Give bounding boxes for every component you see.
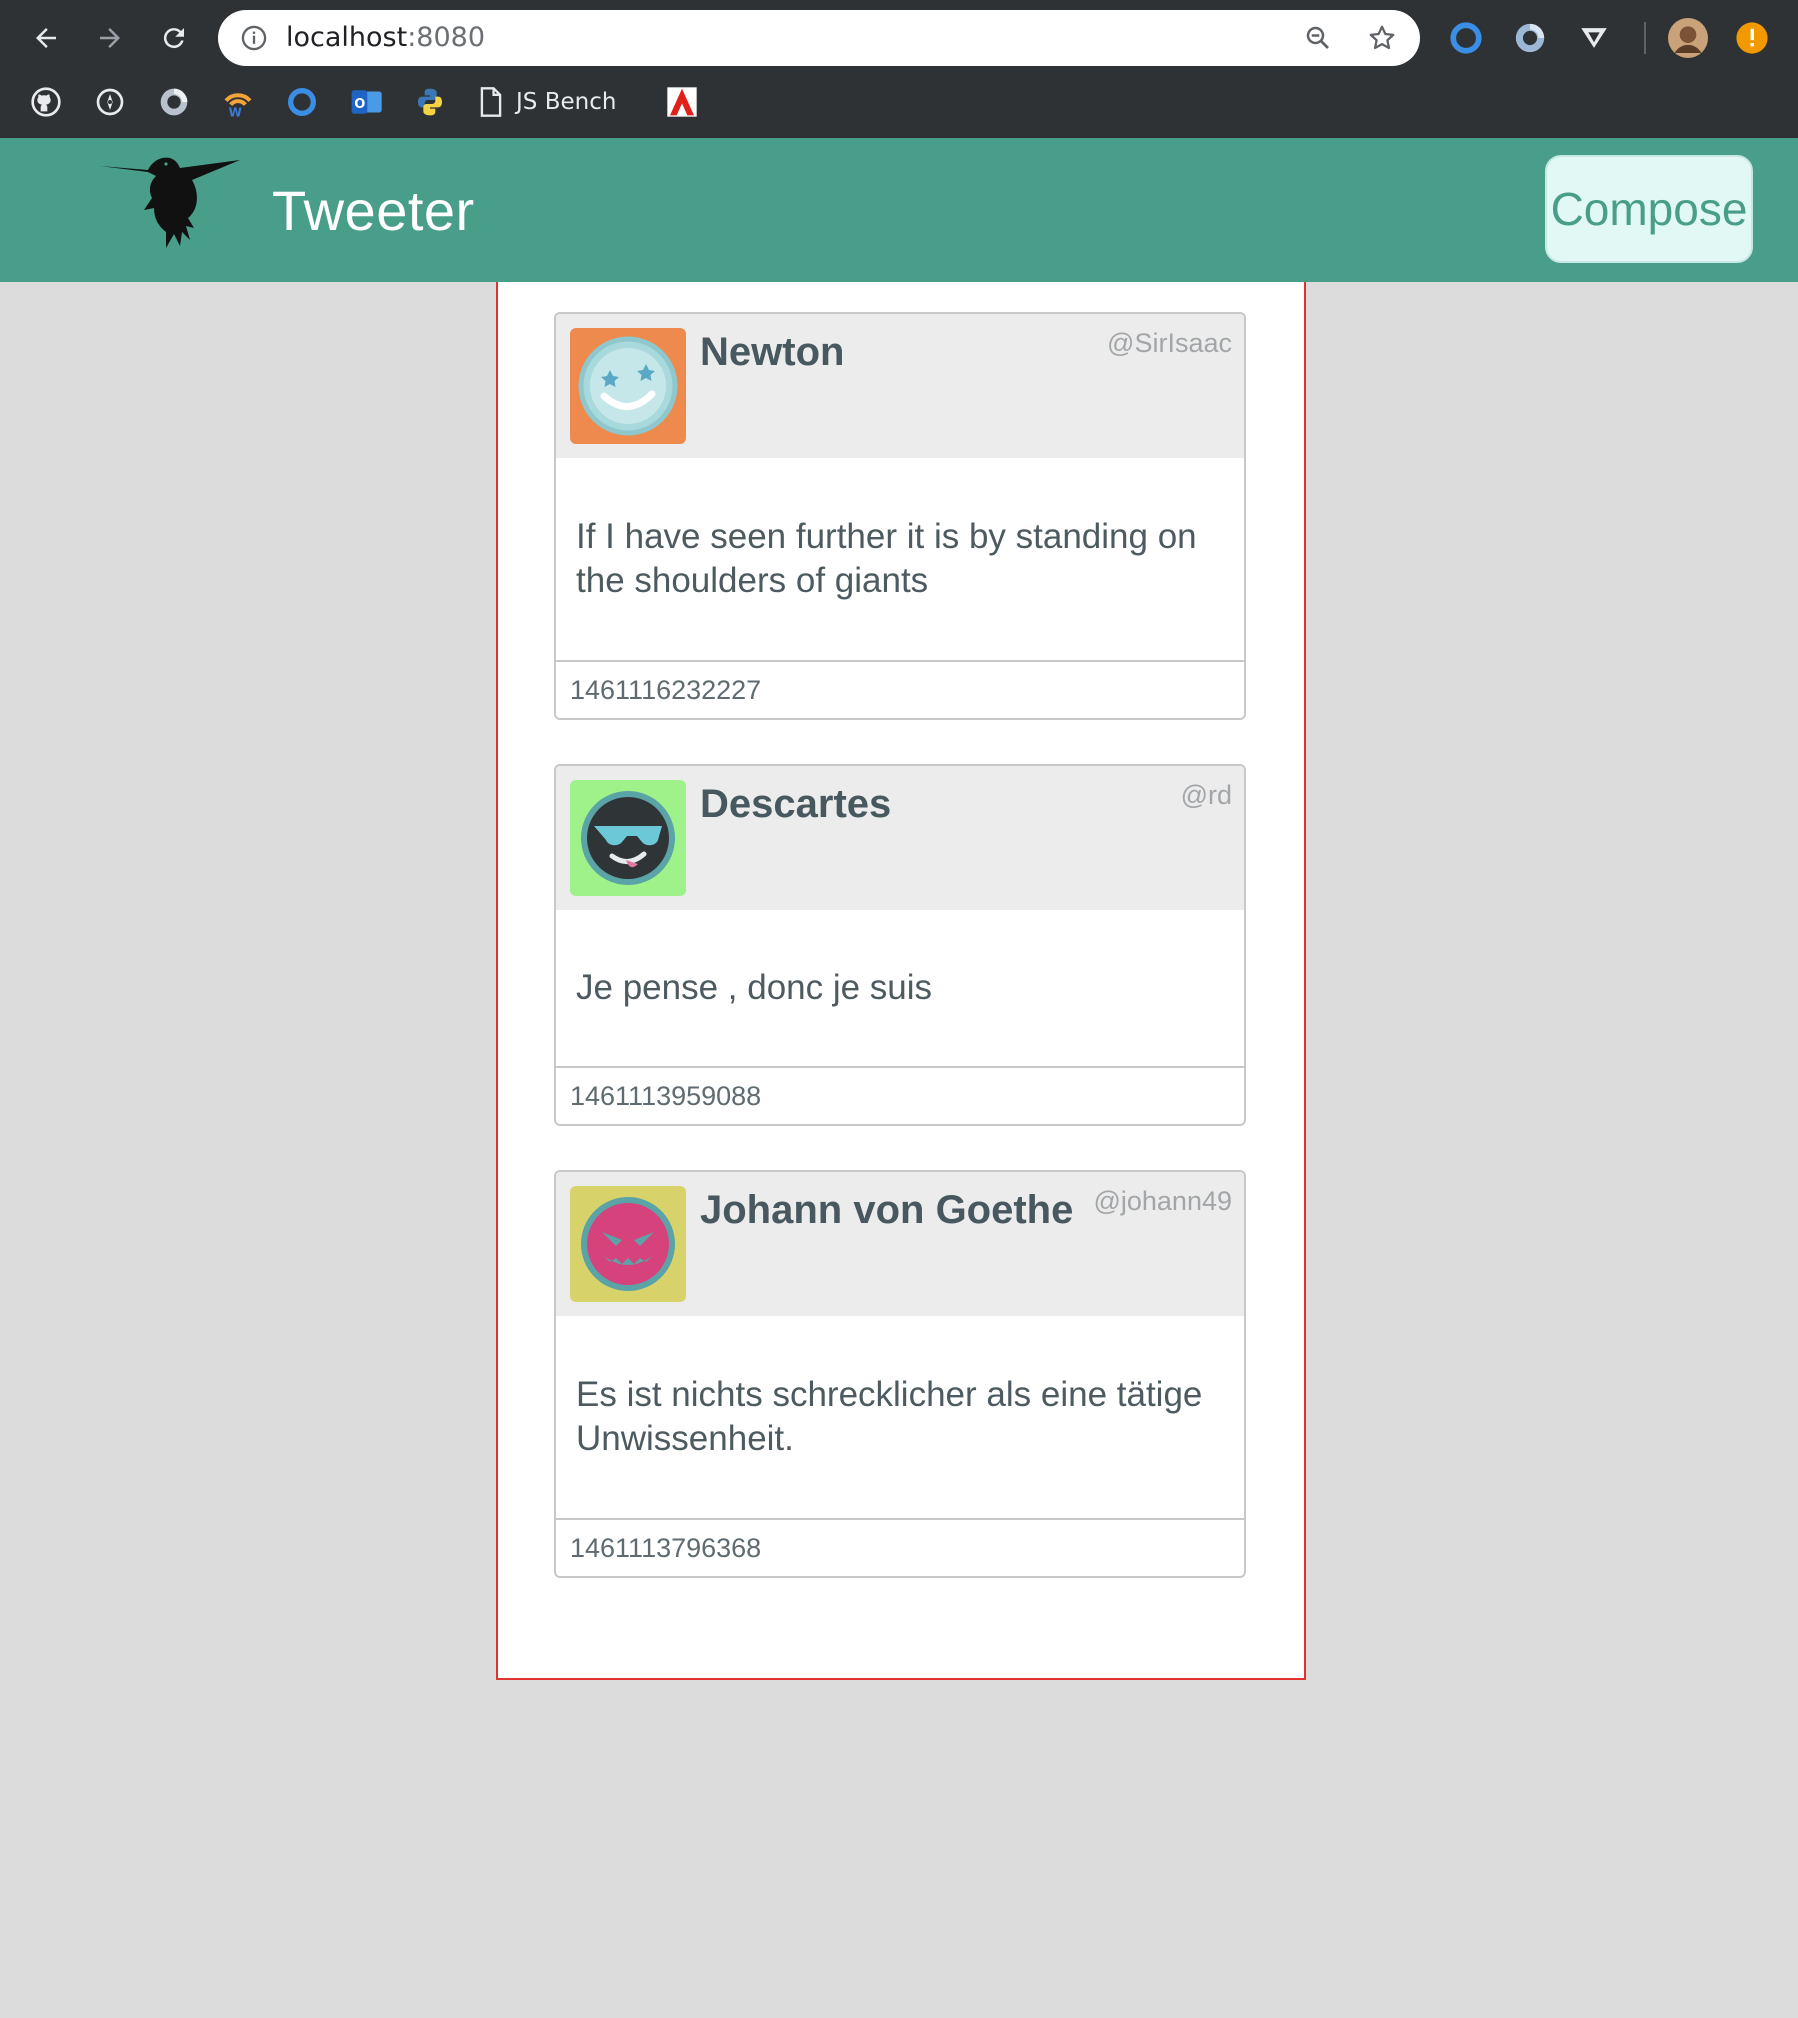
tweet-card: Johann von Goethe @johann49 Es ist nicht… <box>554 1170 1246 1578</box>
sunglasses-face-icon <box>581 791 675 885</box>
author-name: Descartes <box>700 782 892 826</box>
circle-bookmark-icon[interactable] <box>282 82 322 122</box>
reload-icon <box>163 28 184 49</box>
profile-avatar-icon[interactable] <box>1668 18 1708 58</box>
author-handle: @SirIsaac <box>1107 328 1232 358</box>
avatar[interactable] <box>570 1186 686 1302</box>
tweet-header: Newton @SirIsaac <box>556 314 1244 458</box>
tweet-timestamp: 1461113796368 <box>556 1518 1244 1576</box>
url-host: localhost <box>286 22 408 53</box>
address-bar[interactable]: localhost:8080 <box>218 10 1420 66</box>
app-header: Tweeter Compose <box>0 138 1798 282</box>
bookmark-js-bench[interactable]: JS Bench <box>478 82 616 122</box>
tweet-timestamp: 1461116232227 <box>556 660 1244 718</box>
back-button[interactable] <box>22 14 70 62</box>
author-name: Newton <box>700 330 845 374</box>
avatar[interactable] <box>570 780 686 896</box>
github-icon[interactable] <box>26 82 66 122</box>
adobe-icon[interactable] <box>662 82 702 122</box>
url-port: :8080 <box>407 22 486 53</box>
tweet-header: Johann von Goethe @johann49 <box>556 1172 1244 1316</box>
bookmark-js-bench-label: JS Bench <box>516 89 617 115</box>
update-alert-icon[interactable] <box>1732 18 1772 58</box>
svg-text:O: O <box>354 97 365 112</box>
url-text: localhost:8080 <box>286 22 485 53</box>
devil-face-icon <box>581 1197 675 1291</box>
zoom-icon[interactable] <box>1300 20 1336 56</box>
extension-vim-icon[interactable] <box>1574 18 1614 58</box>
browser-chrome: localhost:8080 W O JS Bench <box>0 0 1798 138</box>
document-icon <box>480 87 502 117</box>
extension-swirl-icon[interactable] <box>1510 18 1550 58</box>
tweet-feed: Newton @SirIsaac If I have seen further … <box>496 282 1306 1680</box>
outlook-icon[interactable]: O <box>346 82 386 122</box>
wifi-bookmark-icon[interactable]: W <box>218 82 258 122</box>
swirl-bookmark-icon[interactable] <box>154 82 194 122</box>
toolbar-separator <box>1644 22 1646 54</box>
tweet-header: Descartes @rd <box>556 766 1244 910</box>
extension-circle-icon[interactable] <box>1446 18 1486 58</box>
info-icon[interactable] <box>240 24 268 57</box>
tweet-text: If I have seen further it is by standing… <box>576 517 1197 600</box>
arrow-right-icon <box>100 28 120 48</box>
reload-button[interactable] <box>150 14 198 62</box>
svg-text:W: W <box>229 106 242 118</box>
author-handle: @rd <box>1180 780 1232 810</box>
arrow-left-icon <box>36 28 56 48</box>
compass-icon[interactable] <box>90 82 130 122</box>
tweet-timestamp: 1461113959088 <box>556 1066 1244 1124</box>
author-handle: @johann49 <box>1093 1186 1232 1216</box>
python-icon[interactable] <box>410 82 450 122</box>
author-name: Johann von Goethe <box>700 1188 1074 1232</box>
hummingbird-logo <box>100 154 248 267</box>
star-eyes-face-icon <box>578 336 678 436</box>
compose-button[interactable]: Compose <box>1545 155 1753 263</box>
forward-button[interactable] <box>86 14 134 62</box>
star-icon[interactable] <box>1364 20 1400 56</box>
tweet-card: Newton @SirIsaac If I have seen further … <box>554 312 1246 720</box>
tweet-card: Descartes @rd Je pense , donc je suis 14… <box>554 764 1246 1126</box>
tweet-text: Je pense , donc je suis <box>576 968 933 1007</box>
app-title: Tweeter <box>272 179 475 242</box>
tweet-text: Es ist nichts schrecklicher als eine tät… <box>576 1375 1203 1458</box>
avatar[interactable] <box>570 328 686 444</box>
